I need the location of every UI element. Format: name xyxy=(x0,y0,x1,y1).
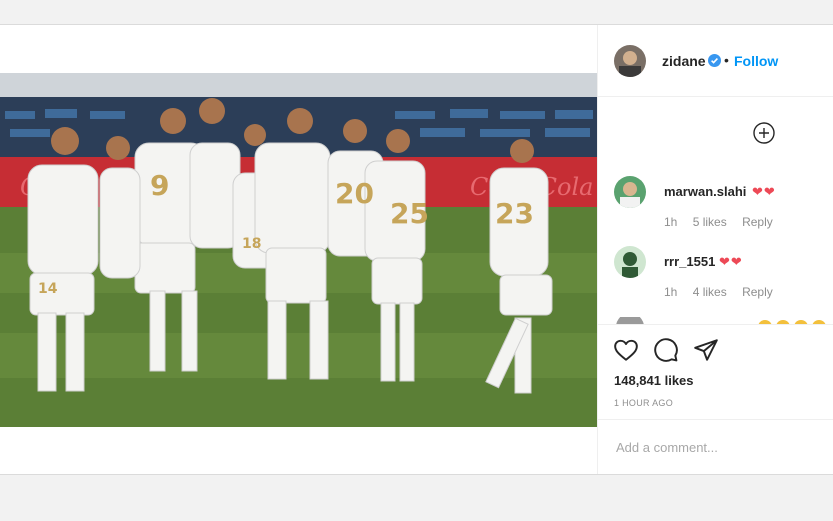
comment-icon[interactable] xyxy=(653,337,679,363)
post-header: zidane • Follow xyxy=(598,25,833,97)
photo-panel: Coca Coca-Cola xyxy=(0,25,598,474)
commenter-avatar[interactable] xyxy=(614,246,646,278)
add-comment-input[interactable] xyxy=(614,436,818,458)
post-actions: 148,841 likes 1 HOUR AGO xyxy=(598,324,833,420)
heart-icon[interactable] xyxy=(613,337,639,363)
post-timestamp: 1 HOUR AGO xyxy=(614,398,674,408)
svg-text:25: 25 xyxy=(390,197,429,230)
comment-text: ❤❤ xyxy=(719,254,743,269)
plus-circle-icon[interactable] xyxy=(753,122,775,144)
comment-username[interactable]: marwan.slahi xyxy=(664,184,746,199)
follow-button[interactable]: Follow xyxy=(734,53,778,69)
svg-text:14: 14 xyxy=(38,281,58,297)
share-icon[interactable] xyxy=(693,337,719,363)
comment-text: ❤❤ xyxy=(752,184,776,199)
like-count[interactable]: 148,841 likes xyxy=(614,373,694,388)
comment-likes[interactable]: 4 likes xyxy=(693,285,727,299)
comment-likes[interactable]: 5 likes xyxy=(693,215,727,229)
comment-meta: 1h 4 likes Reply xyxy=(664,285,785,299)
commenter-avatar[interactable] xyxy=(614,176,646,208)
separator-dot: • xyxy=(724,52,729,68)
football-team-photo: Coca Coca-Cola xyxy=(0,73,597,427)
post-image[interactable]: Coca Coca-Cola xyxy=(0,73,597,427)
comment-meta: 1h 5 likes Reply xyxy=(664,215,785,229)
author-username[interactable]: zidane xyxy=(662,53,706,69)
comment-time[interactable]: 1h xyxy=(664,285,677,299)
svg-text:18: 18 xyxy=(242,236,261,252)
author-avatar[interactable] xyxy=(614,45,646,77)
reply-button[interactable]: Reply xyxy=(742,285,773,299)
verified-badge-icon xyxy=(708,54,721,67)
comment-time[interactable]: 1h xyxy=(664,215,677,229)
svg-text:23: 23 xyxy=(495,197,534,230)
svg-text:9: 9 xyxy=(150,169,169,202)
partial-comment xyxy=(598,314,833,324)
comment-username[interactable]: rrr_1551 xyxy=(664,254,715,269)
add-comment-section xyxy=(598,419,833,475)
svg-text:20: 20 xyxy=(335,177,374,210)
comment-item: marwan.slahi ❤❤ 1h 5 likes Reply xyxy=(598,176,833,236)
post-dialog: Coca Coca-Cola xyxy=(0,25,833,475)
post-sidebar: zidane • Follow marwan.slahi ❤❤ 1h 5 lik… xyxy=(598,25,833,474)
comment-item: rrr_1551 ❤❤ 1h 4 likes Reply xyxy=(598,246,833,306)
reply-button[interactable]: Reply xyxy=(742,215,773,229)
